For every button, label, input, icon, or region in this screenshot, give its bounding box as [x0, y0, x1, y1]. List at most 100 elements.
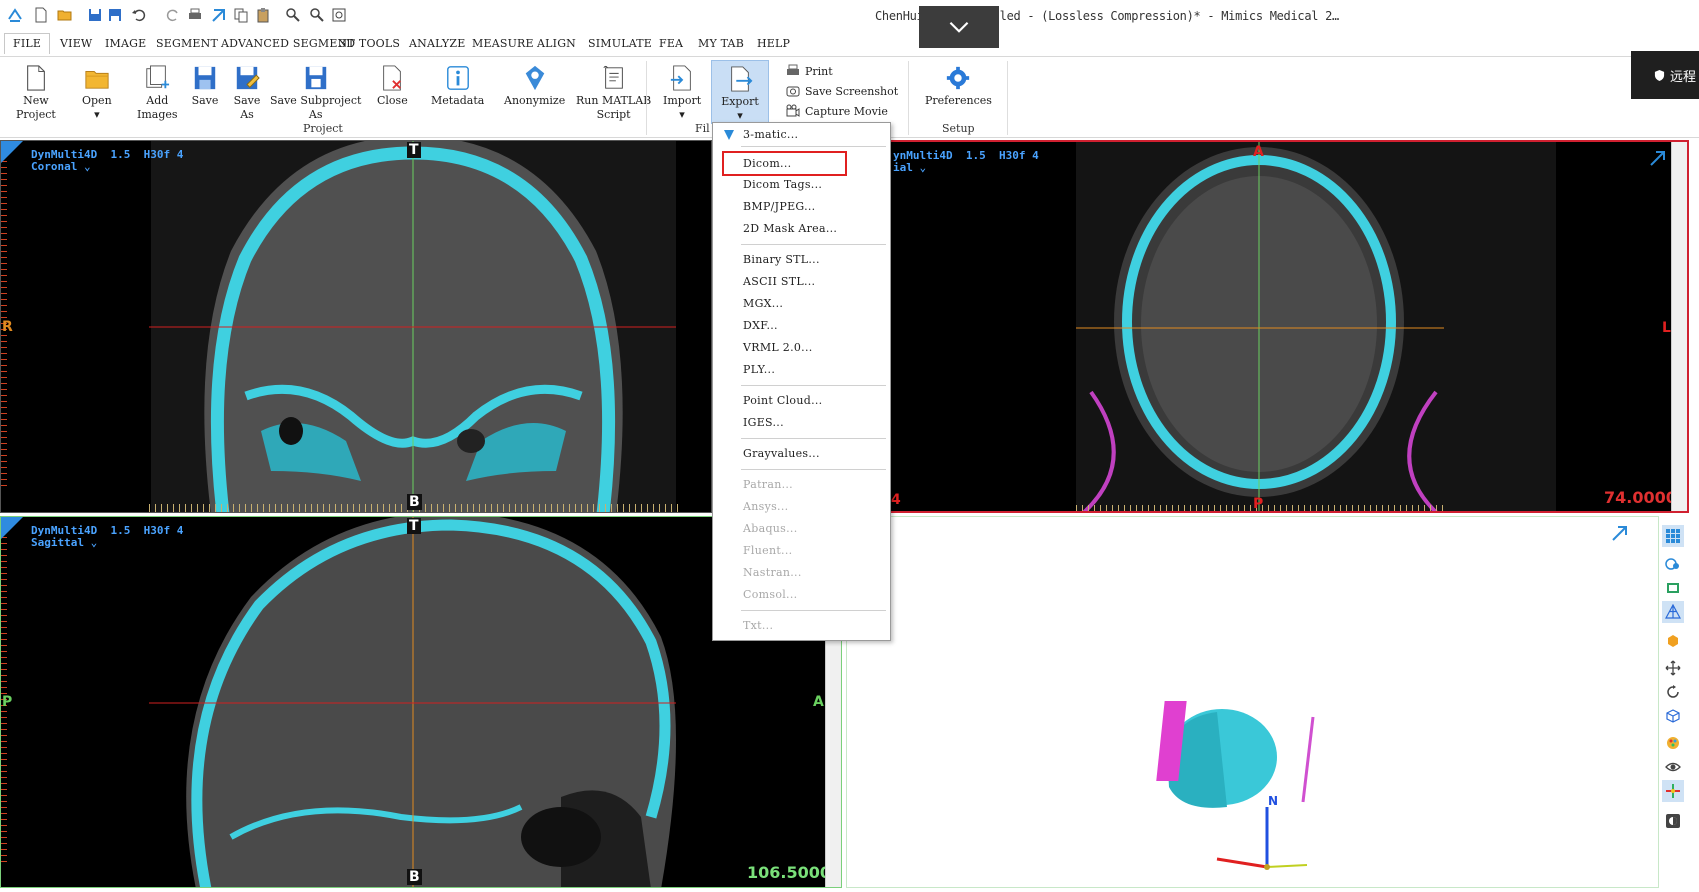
- orientation-left-partial: 4: [891, 492, 901, 508]
- metadata-button[interactable]: Metadata: [431, 63, 484, 108]
- redo-icon[interactable]: [164, 6, 182, 24]
- tab-measure[interactable]: MEASURE: [472, 37, 534, 50]
- tab-segment[interactable]: SEGMENT: [156, 37, 218, 50]
- coronal-viewport[interactable]: DynMulti4D 1.5 H30f 4 Coronal ⌄ T B R: [0, 140, 712, 513]
- export-dicom[interactable]: Dicom...: [743, 157, 791, 170]
- new-file-icon[interactable]: [32, 6, 50, 24]
- import-icon: [668, 63, 696, 93]
- capture-movie-button[interactable]: Capture Movie: [786, 104, 888, 118]
- tab-image[interactable]: IMAGE: [105, 37, 146, 50]
- new-project-button[interactable]: New Project: [16, 63, 56, 122]
- axial-ct-image: [1076, 142, 1556, 511]
- save-subproject-as-button[interactable]: Save Subproject As: [270, 63, 361, 122]
- export-grayvalues[interactable]: Grayvalues...: [743, 447, 820, 460]
- zoom-out-icon[interactable]: [308, 6, 326, 24]
- tab-fea[interactable]: FEA: [659, 37, 683, 50]
- add-images-button[interactable]: Add Images: [137, 63, 178, 122]
- contrast-icon[interactable]: [1662, 810, 1684, 832]
- undo-icon[interactable]: [130, 6, 148, 24]
- close-project-button[interactable]: Close: [377, 63, 408, 108]
- orientation-right: L: [1662, 320, 1671, 336]
- export-button[interactable]: Export ▾: [711, 60, 769, 124]
- tab-3d-tools[interactable]: 3D TOOLS: [339, 37, 400, 50]
- eye-icon[interactable]: [1662, 756, 1684, 778]
- grid-icon[interactable]: [1662, 525, 1684, 547]
- tab-align[interactable]: ALIGN: [537, 37, 576, 50]
- view-selector[interactable]: Coronal ⌄: [31, 161, 91, 173]
- save-all-icon[interactable]: [106, 6, 124, 24]
- rotate-icon[interactable]: [1662, 681, 1684, 703]
- tab-help[interactable]: HELP: [757, 37, 790, 50]
- remote-badge[interactable]: 远程: [1631, 51, 1699, 99]
- tab-advanced-segment[interactable]: ADVANCED SEGMENT: [221, 37, 355, 50]
- menu-separator: [741, 244, 886, 245]
- export-iges[interactable]: IGES...: [743, 416, 784, 429]
- copy-icon[interactable]: [232, 6, 250, 24]
- orientation-right: A: [813, 694, 824, 710]
- export-fluent: Fluent...: [743, 544, 793, 557]
- tab-view[interactable]: VIEW: [60, 37, 92, 50]
- anonymize-button[interactable]: Anonymize: [504, 63, 565, 108]
- menu-separator: [741, 438, 886, 439]
- export-ansys: Ansys...: [743, 500, 789, 513]
- tab-simulate[interactable]: SIMULATE: [588, 37, 652, 50]
- 3d-viewport[interactable]: N: [846, 516, 1659, 888]
- save-icon[interactable]: [86, 6, 104, 24]
- tab-file[interactable]: FILE: [4, 33, 51, 54]
- export-quick-icon[interactable]: [210, 6, 228, 24]
- open-button[interactable]: Open ▾: [82, 63, 112, 122]
- palette-icon[interactable]: [1662, 732, 1684, 754]
- fit-view-icon[interactable]: [330, 6, 348, 24]
- zoom-in-icon[interactable]: [284, 6, 302, 24]
- open-folder-icon: [83, 63, 111, 93]
- open-folder-icon[interactable]: [56, 6, 74, 24]
- object-icon[interactable]: [1662, 630, 1684, 652]
- view-selector[interactable]: ial ⌄: [893, 162, 926, 174]
- export-binary-stl[interactable]: Binary STL...: [743, 253, 820, 266]
- move-icon[interactable]: [1662, 657, 1684, 679]
- orientation-bottom: P: [1253, 496, 1264, 512]
- export-mgx[interactable]: MGX...: [743, 297, 783, 310]
- axes-icon[interactable]: [1662, 780, 1684, 802]
- export-nastran: Nastran...: [743, 566, 802, 579]
- save-icon: [191, 63, 219, 93]
- import-button[interactable]: Import ▾: [663, 63, 701, 122]
- app-logo-icon[interactable]: [6, 6, 24, 24]
- ribbon-separator: [646, 61, 647, 135]
- export-2d-mask-area[interactable]: 2D Mask Area...: [743, 222, 837, 235]
- view-selector[interactable]: Sagittal ⌄: [31, 537, 97, 549]
- preferences-button[interactable]: Preferences: [925, 63, 992, 108]
- save-subproject-icon: [302, 63, 330, 93]
- maximize-viewport-icon[interactable]: [1649, 149, 1667, 167]
- axial-viewport[interactable]: ynMulti4D 1.5 H30f 4 ial ⌄ A P 4 L 74.00…: [891, 140, 1689, 513]
- maximize-viewport-icon[interactable]: [1611, 524, 1629, 542]
- export-vrml[interactable]: VRML 2.0...: [743, 341, 813, 354]
- viewport-corner-marker: [1, 517, 23, 539]
- vertical-scrollbar[interactable]: [1671, 142, 1687, 511]
- save-screenshot-button[interactable]: Save Screenshot: [786, 84, 898, 98]
- cube-icon[interactable]: [1662, 705, 1684, 727]
- export-3-matic[interactable]: 3-matic...: [743, 128, 798, 141]
- 3d-skull-render: [1156, 701, 1315, 870]
- film-icon[interactable]: [1662, 577, 1684, 599]
- camera-icon: [786, 86, 800, 97]
- run-matlab-script-button[interactable]: Run MATLAB Script: [576, 63, 651, 122]
- export-dicom-tags[interactable]: Dicom Tags...: [743, 178, 822, 191]
- tab-my-tab[interactable]: MY TAB: [698, 37, 744, 50]
- export-ply[interactable]: PLY...: [743, 363, 775, 376]
- export-dxf[interactable]: DXF...: [743, 319, 778, 332]
- save-as-button[interactable]: Save As: [233, 63, 261, 122]
- slice-position: 74.0000: [1604, 488, 1677, 507]
- print-button[interactable]: Print: [786, 64, 833, 78]
- paste-icon[interactable]: [254, 6, 272, 24]
- viewport-corner-marker: [1, 141, 23, 163]
- print-icon[interactable]: [186, 6, 204, 24]
- triangle-mesh-icon[interactable]: [1662, 601, 1684, 623]
- tab-analyze[interactable]: ANALYZE: [409, 37, 465, 50]
- export-ascii-stl[interactable]: ASCII STL...: [743, 275, 815, 288]
- save-button[interactable]: Save: [191, 63, 219, 108]
- export-bmp-jpeg[interactable]: BMP/JPEG...: [743, 200, 815, 213]
- file-group-label: Fil: [695, 122, 710, 135]
- spheres-icon[interactable]: [1662, 553, 1684, 575]
- export-point-cloud[interactable]: Point Cloud...: [743, 394, 822, 407]
